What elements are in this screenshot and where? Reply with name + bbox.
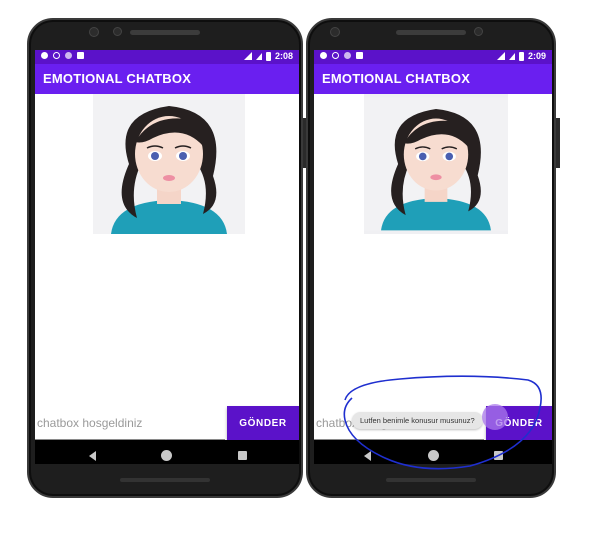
battery-icon xyxy=(518,51,524,61)
status-bar: 2:09 xyxy=(314,50,552,64)
sd-card-icon xyxy=(77,52,84,59)
app-title: EMOTIONAL CHATBOX xyxy=(314,64,552,94)
sensor-icon xyxy=(113,27,122,36)
phone-right: 2:09 EMOTIONAL CHATBOX chatbox hosgeldin… xyxy=(306,18,556,498)
input-row: GÖNDER xyxy=(35,406,299,440)
back-icon[interactable] xyxy=(364,451,371,461)
wifi-icon xyxy=(243,52,252,60)
camera-bar xyxy=(308,20,554,50)
touch-indicator xyxy=(482,404,508,430)
nav-bar xyxy=(35,440,299,464)
recents-icon[interactable] xyxy=(238,451,247,460)
bottom-speaker xyxy=(120,478,210,482)
sensor-icon xyxy=(474,27,483,36)
screen-right: 2:09 EMOTIONAL CHATBOX chatbox hosgeldin… xyxy=(314,50,552,464)
home-icon[interactable] xyxy=(161,450,172,461)
earpiece-speaker xyxy=(130,30,200,35)
avatar-image xyxy=(93,94,245,234)
screen-left: 2:08 EMOTIONAL CHATBOX chatbox hosgeldin… xyxy=(35,50,299,464)
circle-icon xyxy=(65,52,72,59)
send-button[interactable]: GÖNDER xyxy=(227,406,299,440)
home-icon[interactable] xyxy=(428,450,439,461)
bottom-speaker xyxy=(386,478,476,482)
power-button xyxy=(556,118,560,168)
avatar-image xyxy=(364,94,508,234)
front-camera-icon xyxy=(330,27,340,37)
shield-icon xyxy=(332,52,339,59)
stage: 2:08 EMOTIONAL CHATBOX chatbox hosgeldin… xyxy=(0,0,613,553)
status-time: 2:09 xyxy=(527,51,546,61)
signal-icon xyxy=(255,52,262,60)
nav-bar xyxy=(314,440,552,464)
phone-left: 2:08 EMOTIONAL CHATBOX chatbox hosgeldin… xyxy=(27,18,303,498)
front-camera-icon xyxy=(89,27,99,37)
gear-icon xyxy=(41,52,48,59)
earpiece-speaker xyxy=(396,30,466,35)
camera-bar xyxy=(29,20,301,50)
shield-icon xyxy=(53,52,60,59)
circle-icon xyxy=(344,52,351,59)
back-icon[interactable] xyxy=(89,451,96,461)
avatar-illustration xyxy=(364,97,508,231)
avatar-illustration xyxy=(93,94,245,234)
status-time: 2:08 xyxy=(274,51,293,61)
sd-card-icon xyxy=(356,52,363,59)
recents-icon[interactable] xyxy=(494,451,503,460)
toast-message: Lutfen benimle konusur musunuz? xyxy=(352,412,483,429)
battery-icon xyxy=(265,51,271,61)
gear-icon xyxy=(320,52,327,59)
wifi-icon xyxy=(496,52,505,60)
message-input[interactable] xyxy=(35,406,225,440)
app-title: EMOTIONAL CHATBOX xyxy=(35,64,299,94)
status-bar: 2:08 xyxy=(35,50,299,64)
signal-icon xyxy=(508,52,515,60)
